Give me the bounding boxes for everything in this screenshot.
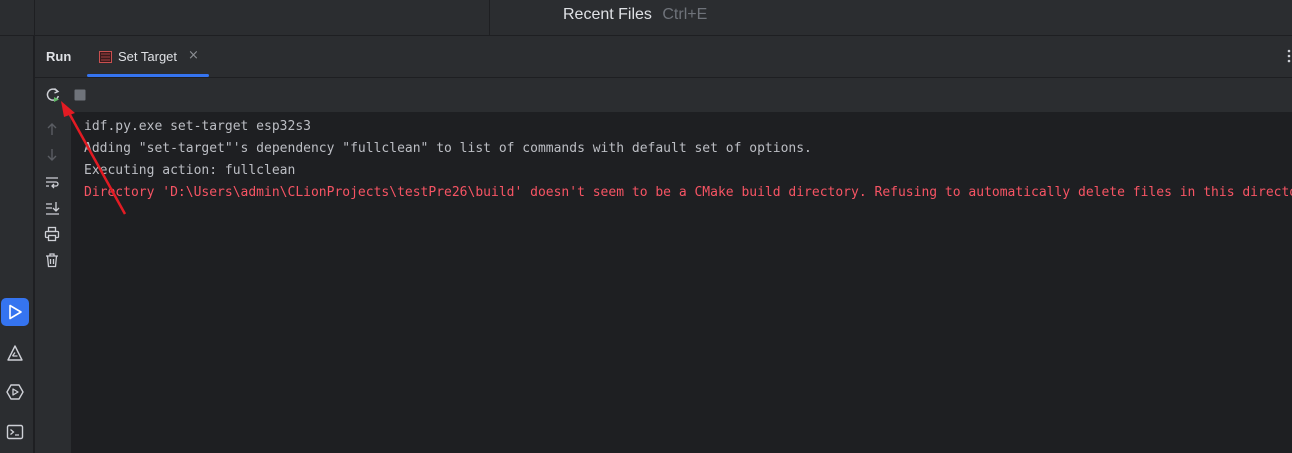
rerun-button[interactable]: [44, 86, 62, 104]
console-line: Executing action: fullclean: [84, 163, 296, 178]
recent-files-hint[interactable]: Recent Files Ctrl+E: [563, 6, 707, 24]
rerun-icon: [46, 87, 60, 102]
soft-wrap-icon: [46, 177, 59, 189]
print-button[interactable]: [43, 225, 61, 243]
console-line: Adding "set-target"'s dependency "fullcl…: [84, 141, 812, 156]
trash-icon: [46, 253, 58, 268]
close-tab-icon[interactable]: ×: [188, 48, 199, 63]
tab-set-target[interactable]: Set Target ×: [87, 36, 209, 77]
build-icon: [7, 345, 23, 361]
terminal-tool-button[interactable]: [1, 418, 29, 446]
build-tool-button[interactable]: [1, 339, 29, 367]
left-toolbar: [0, 36, 34, 453]
services-tool-button[interactable]: [1, 378, 29, 406]
previous-occurrence-button[interactable]: [43, 120, 61, 138]
print-icon: [44, 226, 60, 242]
run-action-bar: [35, 78, 1292, 112]
tab-label: Set Target: [118, 49, 178, 64]
scroll-to-end-button[interactable]: [43, 199, 61, 217]
divider: [489, 0, 490, 35]
tool-window-header: Run Set Target ×: [35, 36, 1292, 78]
terminal-icon: [6, 424, 24, 440]
stop-button[interactable]: [71, 86, 89, 104]
run-icon: [9, 304, 22, 320]
services-icon: [6, 384, 24, 400]
arrow-up-icon: [47, 123, 57, 135]
run-tool-window: Run Set Target × idf.py.exe set-target e…: [35, 36, 1292, 453]
tool-window-title: Run: [46, 49, 72, 64]
console-line: idf.py.exe set-target esp32s3: [84, 119, 311, 134]
console-error-line: Directory 'D:\Users\admin\CLionProjects\…: [84, 185, 1292, 200]
arrow-down-icon: [47, 149, 57, 161]
stop-icon: [74, 89, 86, 101]
console-output[interactable]: idf.py.exe set-target esp32s3 Adding "se…: [84, 116, 1292, 446]
scroll-to-end-icon: [46, 202, 60, 215]
clear-all-button[interactable]: [43, 251, 61, 269]
more-options-icon[interactable]: [1286, 48, 1292, 64]
divider: [34, 0, 35, 35]
console-side-toolbar: [35, 112, 71, 453]
top-strip: Recent Files Ctrl+E: [0, 0, 1292, 36]
recent-files-shortcut: Ctrl+E: [662, 6, 708, 23]
idf-config-icon: [99, 51, 112, 63]
next-occurrence-button[interactable]: [43, 146, 61, 164]
tab-selected-indicator: [87, 74, 209, 77]
soft-wrap-button[interactable]: [43, 173, 61, 191]
run-tool-button[interactable]: [1, 298, 29, 326]
recent-files-label: Recent Files: [563, 6, 652, 23]
